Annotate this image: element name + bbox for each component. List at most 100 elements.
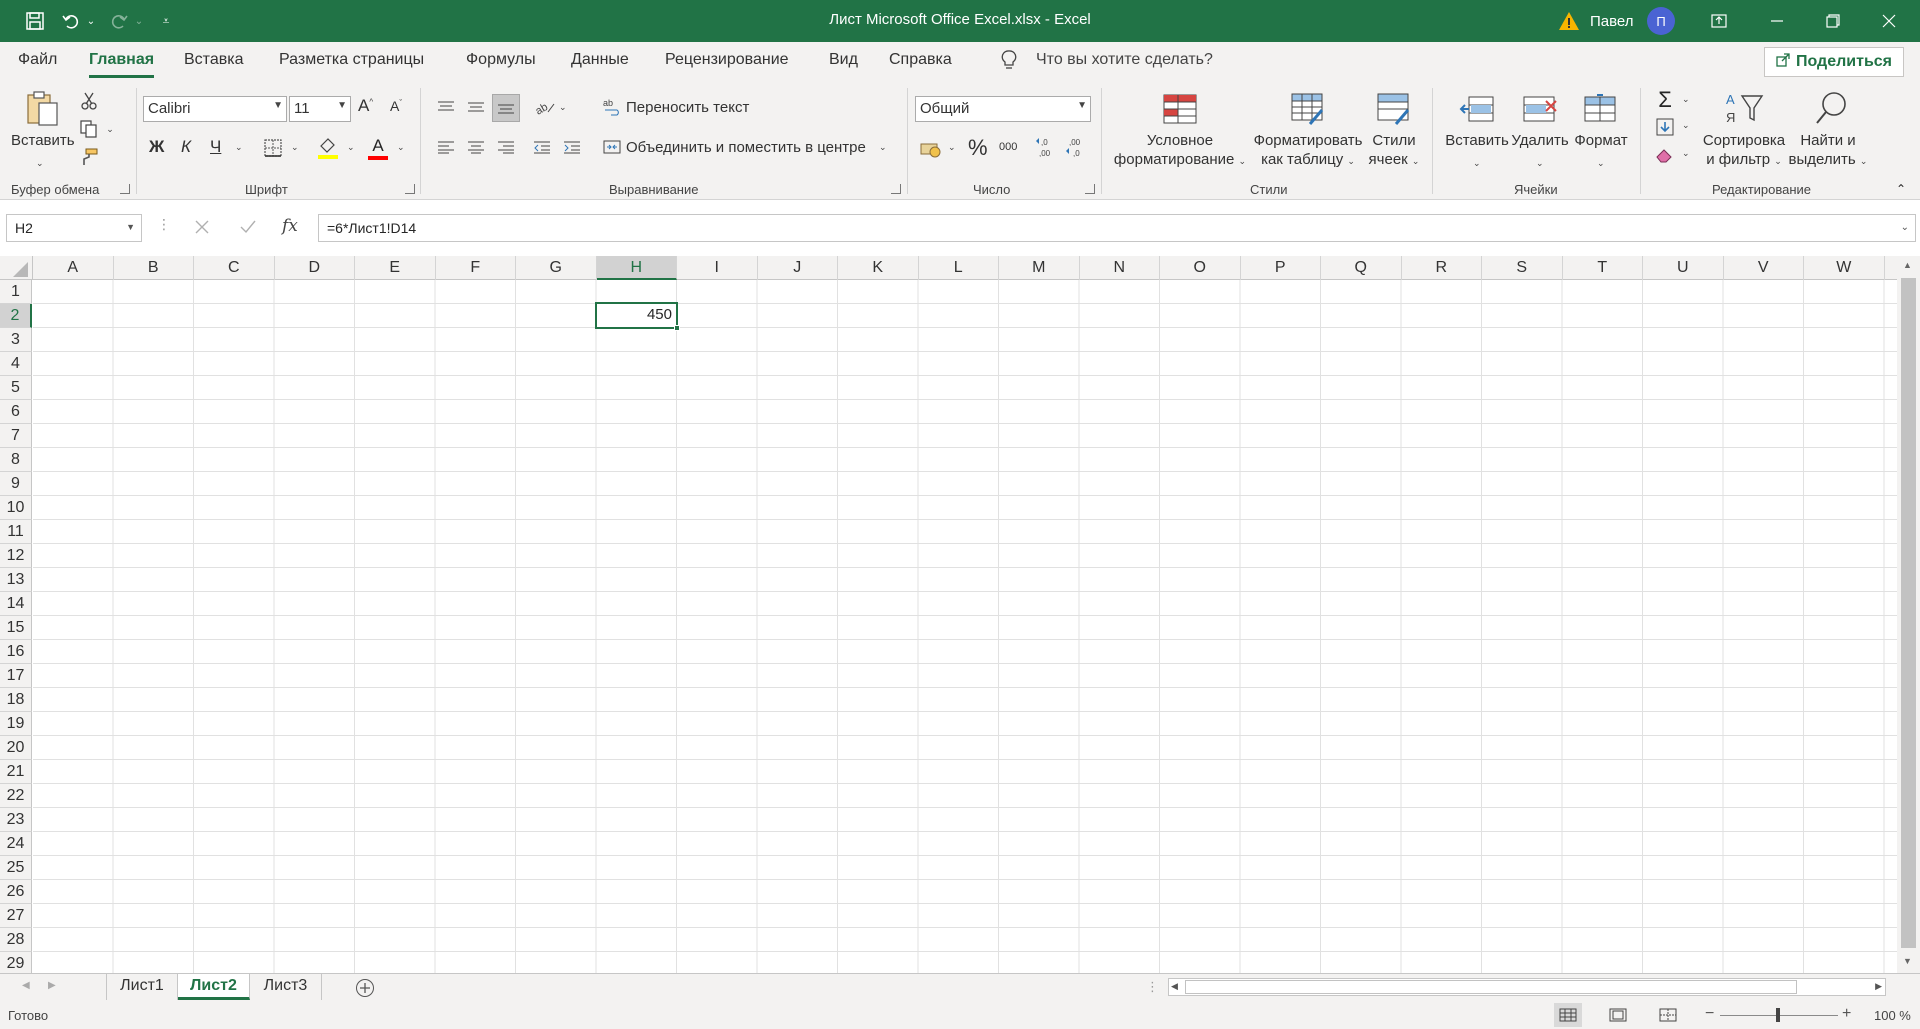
column-header-h[interactable]: H	[596, 256, 677, 280]
tab-help[interactable]: Справка	[889, 51, 952, 69]
row-header-13[interactable]: 13	[0, 568, 32, 592]
copy-dropdown-icon[interactable]: ⌄	[104, 122, 116, 136]
decrease-decimal-icon[interactable]: ,00,0	[1064, 135, 1088, 159]
row-header-6[interactable]: 6	[0, 400, 32, 424]
row-header-17[interactable]: 17	[0, 664, 32, 688]
italic-button[interactable]: К	[181, 137, 191, 157]
clipboard-launcher-icon[interactable]	[120, 184, 130, 194]
row-header-2[interactable]: 2	[0, 304, 32, 328]
column-header-f[interactable]: F	[436, 256, 516, 280]
scroll-up-icon[interactable]: ▲	[1903, 260, 1912, 270]
horizontal-scrollbar[interactable]: ◀ ▶	[1168, 978, 1886, 996]
format-cells-icon[interactable]	[1581, 90, 1621, 128]
row-header-18[interactable]: 18	[0, 688, 32, 712]
align-center-icon[interactable]	[464, 136, 488, 158]
horizontal-scroll-thumb[interactable]	[1185, 980, 1797, 994]
select-all-button[interactable]	[0, 256, 33, 280]
number-launcher-icon[interactable]	[1085, 184, 1095, 194]
row-header-10[interactable]: 10	[0, 496, 32, 520]
row-header-3[interactable]: 3	[0, 328, 32, 352]
column-header-c[interactable]: C	[194, 256, 275, 280]
column-header-w[interactable]: W	[1804, 256, 1885, 280]
tab-formulas[interactable]: Формулы	[466, 51, 536, 69]
increase-decimal-icon[interactable]: ,0,00	[1034, 135, 1058, 159]
row-header-12[interactable]: 12	[0, 544, 32, 568]
column-header-l[interactable]: L	[919, 256, 999, 280]
sort-filter-button[interactable]: Сортировка и фильтр ⌄	[1694, 131, 1794, 171]
cancel-entry-icon[interactable]	[188, 214, 216, 240]
column-header-q[interactable]: Q	[1321, 256, 1402, 280]
paste-icon[interactable]	[18, 88, 66, 130]
row-header-15[interactable]: 15	[0, 616, 32, 640]
tab-view[interactable]: Вид	[829, 51, 858, 69]
delete-cells-button[interactable]: Удалить	[1508, 131, 1572, 150]
undo-dropdown-icon[interactable]: ⌄	[84, 0, 98, 42]
row-header-1[interactable]: 1	[0, 280, 32, 304]
autosum-icon[interactable]: Σ	[1652, 87, 1678, 112]
column-header-j[interactable]: J	[758, 256, 838, 280]
column-header-u[interactable]: U	[1643, 256, 1724, 280]
more-options-icon[interactable]: ⋮	[157, 216, 171, 233]
collapse-ribbon-icon[interactable]: ⌃	[1892, 182, 1910, 196]
find-select-icon[interactable]	[1810, 88, 1854, 128]
fill-color-icon[interactable]	[316, 135, 340, 161]
merge-dropdown-icon[interactable]: ⌄	[879, 142, 887, 153]
number-format-combo[interactable]: Общий ▼	[915, 96, 1091, 122]
sheet-tab-1[interactable]: Лист1	[106, 974, 178, 1000]
shrink-font-button[interactable]: Aˇ	[390, 98, 402, 114]
row-header-9[interactable]: 9	[0, 472, 32, 496]
row-header-8[interactable]: 8	[0, 448, 32, 472]
zoom-slider-thumb[interactable]	[1776, 1008, 1780, 1022]
insert-cells-icon[interactable]	[1457, 90, 1497, 128]
font-launcher-icon[interactable]	[405, 184, 415, 194]
user-name[interactable]: Павел	[1590, 0, 1634, 42]
row-header-28[interactable]: 28	[0, 928, 32, 952]
comma-style-button[interactable]: 000	[999, 141, 1017, 153]
row-header-27[interactable]: 27	[0, 904, 32, 928]
borders-dropdown-icon[interactable]: ⌄	[291, 142, 299, 153]
tab-file[interactable]: Файл	[18, 51, 57, 69]
clear-icon[interactable]	[1652, 144, 1678, 166]
tab-page-layout[interactable]: Разметка страницы	[279, 51, 424, 69]
row-header-7[interactable]: 7	[0, 424, 32, 448]
fill-handle[interactable]	[674, 325, 680, 331]
bold-button[interactable]: Ж	[149, 137, 164, 157]
column-header-b[interactable]: B	[114, 256, 194, 280]
formula-input[interactable]: =6*Лист1!D14 ⌄	[318, 214, 1916, 242]
increase-indent-icon[interactable]	[560, 136, 584, 158]
customize-quick-access-icon[interactable]: ⩡	[156, 0, 176, 42]
percent-button[interactable]: %	[968, 135, 988, 161]
row-header-5[interactable]: 5	[0, 376, 32, 400]
format-cells-button[interactable]: Формат	[1568, 131, 1634, 150]
ribbon-display-options-icon[interactable]	[1696, 0, 1742, 42]
row-header-24[interactable]: 24	[0, 832, 32, 856]
scroll-left-icon[interactable]: ◀	[1171, 981, 1178, 992]
row-header-16[interactable]: 16	[0, 640, 32, 664]
tell-me-search[interactable]: Что вы хотите сделать?	[1036, 51, 1213, 69]
sheet-tab-3[interactable]: Лист3	[250, 974, 322, 1000]
row-header-22[interactable]: 22	[0, 784, 32, 808]
tab-data[interactable]: Данные	[571, 51, 629, 69]
merge-center-icon[interactable]	[602, 137, 622, 157]
font-color-dropdown-icon[interactable]: ⌄	[397, 142, 405, 153]
paste-button[interactable]: Вставить	[11, 131, 75, 150]
column-header-g[interactable]: G	[516, 256, 597, 280]
undo-icon[interactable]	[56, 0, 86, 42]
accounting-format-icon[interactable]	[918, 136, 944, 160]
column-header-k[interactable]: K	[838, 256, 919, 280]
zoom-slider[interactable]	[1720, 1008, 1838, 1022]
cell-styles-icon[interactable]	[1374, 90, 1414, 128]
row-header-25[interactable]: 25	[0, 856, 32, 880]
borders-icon[interactable]	[262, 137, 284, 159]
row-header-4[interactable]: 4	[0, 352, 32, 376]
delete-cells-icon[interactable]	[1520, 90, 1560, 128]
vertical-scrollbar[interactable]: ▲ ▼	[1897, 256, 1920, 973]
scroll-down-icon[interactable]: ▼	[1903, 956, 1912, 966]
underline-dropdown-icon[interactable]: ⌄	[235, 142, 243, 153]
orientation-dropdown-icon[interactable]: ⌄	[559, 102, 567, 113]
clear-dropdown-icon[interactable]: ⌄	[1682, 148, 1690, 159]
fill-color-dropdown-icon[interactable]: ⌄	[347, 142, 355, 153]
row-header-11[interactable]: 11	[0, 520, 32, 544]
alignment-launcher-icon[interactable]	[891, 184, 901, 194]
column-header-a[interactable]: A	[33, 256, 114, 280]
